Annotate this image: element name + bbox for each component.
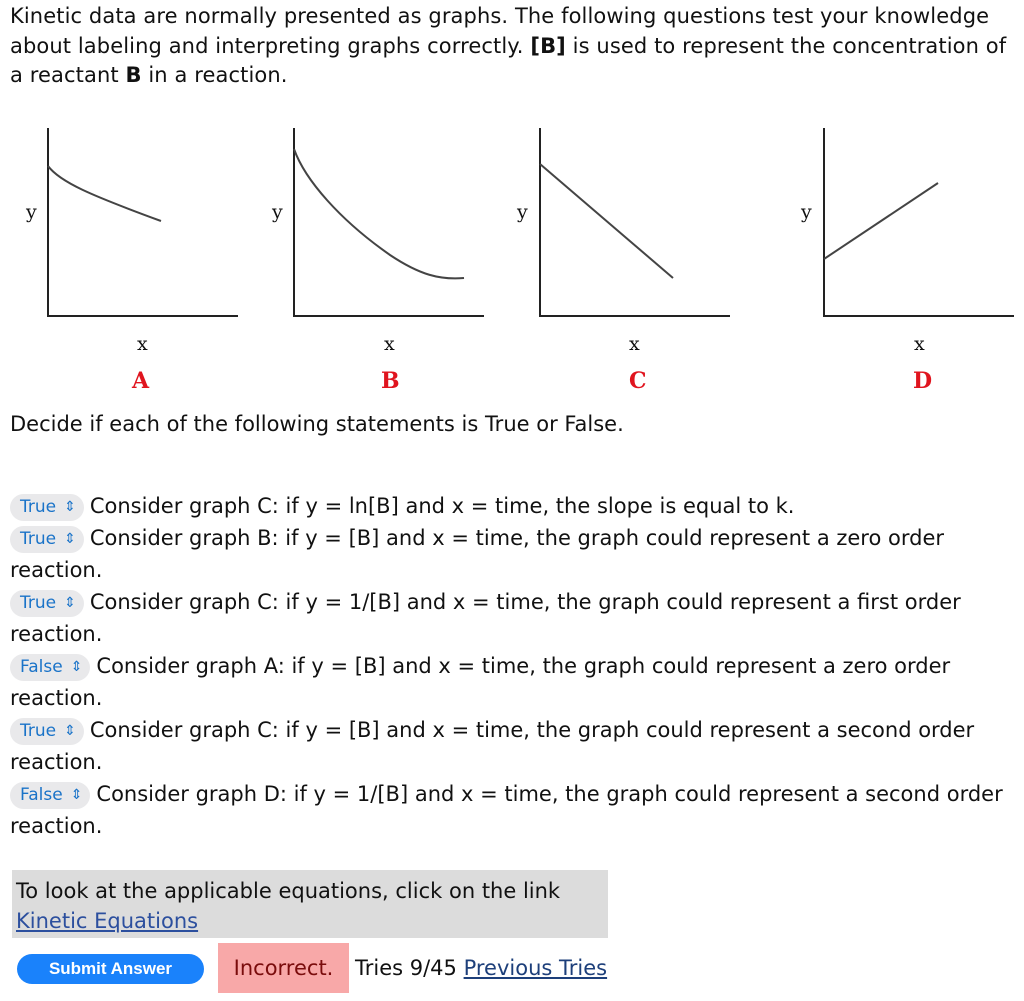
graph-b-title: B <box>381 368 400 394</box>
previous-tries-link[interactable]: Previous Tries <box>464 956 608 980</box>
question-item: True ⇕ Consider graph B: if y = [B] and x … <box>10 522 1015 586</box>
chevron-up-down-icon: ⇕ <box>70 659 83 675</box>
graph-b-x-label: x <box>384 333 395 355</box>
true-false-select[interactable]: False ⇕ <box>10 781 91 809</box>
intro-bold-bracket-b: [B] <box>530 33 566 58</box>
graph-c-title: C <box>629 368 647 394</box>
tries-count: Tries 9/45 <box>355 956 457 980</box>
graph-a-title: A <box>131 368 150 394</box>
chevron-up-down-icon: ⇕ <box>64 531 76 547</box>
question-text: Consider graph B: if y = [B] and x = tim… <box>10 526 945 582</box>
select-value: True <box>20 593 57 613</box>
question-text: Consider graph C: if y = [B] and x = tim… <box>10 718 975 774</box>
questions-list: True ⇕ Consider graph C: if y = ln[B] and … <box>10 490 1015 842</box>
graph-d <box>823 128 1014 317</box>
graph-a-curve <box>47 165 162 222</box>
question-item: True ⇕ Consider graph C: if y = ln[B] and … <box>10 490 1015 522</box>
graph-c-x-label: x <box>629 333 640 355</box>
kinetic-equations-link[interactable]: Kinetic Equations <box>16 909 198 933</box>
select-value: True <box>20 529 57 549</box>
equations-hint-box: To look at the applicable equations, cli… <box>12 870 608 938</box>
graph-d-title: D <box>913 368 932 394</box>
question-text: Consider graph C: if y = ln[B] and x = t… <box>89 494 795 518</box>
intro-paragraph: Kinetic data are normally presented as g… <box>10 2 1010 91</box>
intro-text-3: in a reaction. <box>141 63 288 87</box>
graph-d-x-label: x <box>914 333 925 355</box>
true-false-select[interactable]: True ⇕ <box>10 525 84 553</box>
true-false-select[interactable]: True ⇕ <box>10 717 84 745</box>
question-item: True ⇕ Consider graph C: if y = 1/[B] and … <box>10 586 1015 650</box>
question-text: Consider graph D: if y = 1/[B] and x = t… <box>10 782 1003 838</box>
equations-hint-text: To look at the applicable equations, cli… <box>16 879 561 903</box>
select-value: False <box>20 657 63 677</box>
graph-b <box>293 128 484 317</box>
graph-d-line <box>823 182 939 260</box>
select-value: True <box>20 721 57 741</box>
intro-bold-b: B <box>125 63 142 87</box>
question-item: False ⇕ Consider graph D: if y = 1/[B] and… <box>10 778 1015 842</box>
true-false-select[interactable]: False ⇕ <box>10 653 91 681</box>
chevron-up-down-icon: ⇕ <box>70 787 83 803</box>
status-badge: Incorrect. <box>218 943 349 993</box>
submit-answer-button[interactable]: Submit Answer <box>17 954 204 984</box>
graph-c-y-label: y <box>516 201 528 223</box>
graph-b-curve <box>293 148 465 280</box>
graphs-figure: y x y x y x y x A B C D <box>0 120 1024 400</box>
select-value: False <box>20 785 63 805</box>
graph-c <box>539 128 730 317</box>
question-text: Consider graph C: if y = 1/[B] and x = t… <box>10 590 961 646</box>
question-text: Consider graph A: if y = [B] and x = tim… <box>10 654 951 710</box>
graph-a-y-label: y <box>25 201 37 223</box>
true-false-select[interactable]: True ⇕ <box>10 589 84 617</box>
graph-d-y-label: y <box>800 201 812 223</box>
tries-info: Tries 9/45 Previous Tries <box>355 956 607 980</box>
graph-c-line <box>539 163 674 279</box>
chevron-up-down-icon: ⇕ <box>64 499 76 515</box>
question-item: True ⇕ Consider graph C: if y = [B] and x … <box>10 714 1015 778</box>
select-value: True <box>20 497 57 517</box>
question-item: False ⇕ Consider graph A: if y = [B] and x… <box>10 650 1015 714</box>
graphs-svg: y x y x y x y x A B C D <box>25 128 1014 394</box>
chevron-up-down-icon: ⇕ <box>64 723 76 739</box>
graph-a <box>47 128 238 317</box>
true-false-select[interactable]: True ⇕ <box>10 493 84 521</box>
graph-b-y-label: y <box>271 201 283 223</box>
chevron-up-down-icon: ⇕ <box>64 595 76 611</box>
instruction-text: Decide if each of the following statemen… <box>10 412 624 436</box>
graph-a-x-label: x <box>137 333 148 355</box>
